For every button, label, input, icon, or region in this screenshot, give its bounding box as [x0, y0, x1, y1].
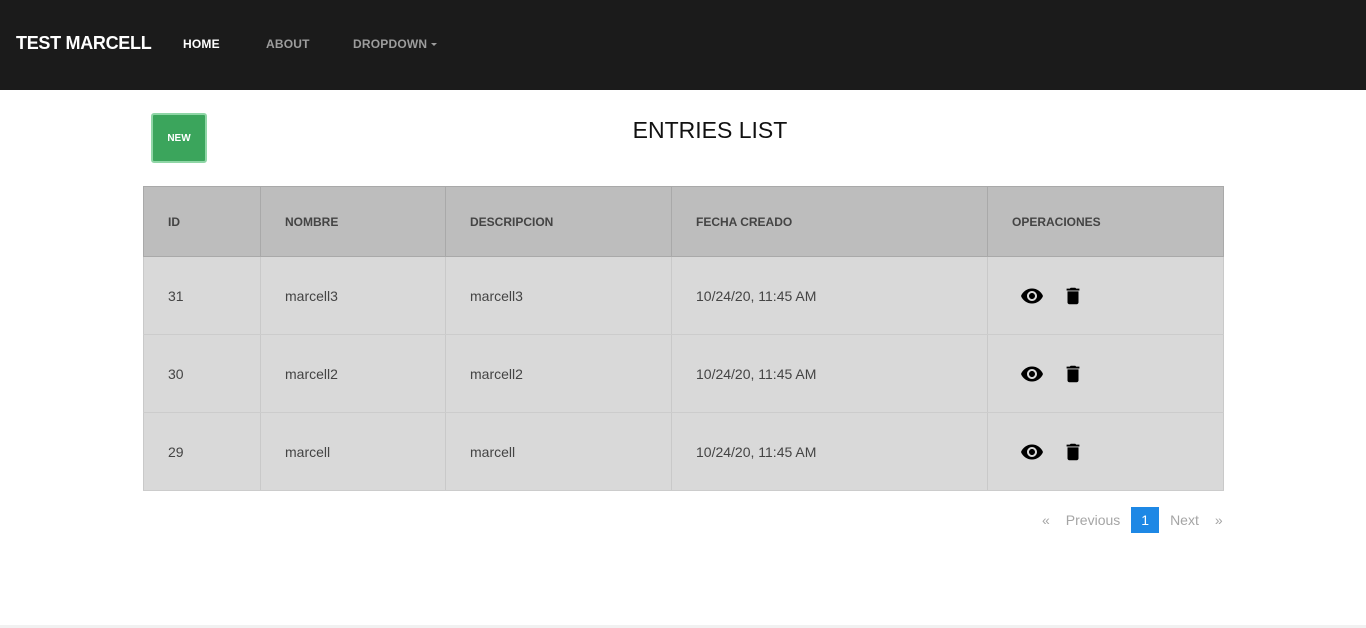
nav-dropdown[interactable]: DROPDOWN [353, 37, 438, 51]
header-fecha-creado: FECHA CREADO [671, 186, 988, 257]
cell-id: 29 [143, 412, 261, 491]
caret-down-icon [431, 43, 438, 46]
header-operaciones: OPERACIONES [987, 186, 1224, 257]
cell-descripcion: marcell3 [445, 256, 672, 335]
brand-logo[interactable]: TEST MARCELL [16, 33, 152, 54]
cell-nombre: marcell [260, 412, 446, 491]
cell-nombre: marcell3 [260, 256, 446, 335]
header-nombre: NOMBRE [260, 186, 446, 257]
pagination-page-1[interactable]: 1 [1131, 507, 1160, 533]
pagination-last[interactable]: » [1207, 507, 1231, 533]
nav-home[interactable]: HOME [183, 37, 220, 51]
header-id: ID [143, 186, 261, 257]
eye-icon[interactable] [1020, 440, 1044, 464]
cell-operaciones [987, 334, 1224, 413]
new-entry-button[interactable]: NEW [151, 113, 207, 163]
cell-operaciones [987, 412, 1224, 491]
pagination: « Previous 1 Next » [1034, 507, 1231, 533]
cell-id: 31 [143, 256, 261, 335]
trash-icon[interactable] [1062, 285, 1084, 307]
header-descripcion: DESCRIPCION [445, 186, 672, 257]
cell-fecha: 10/24/20, 11:45 AM [671, 256, 988, 335]
nav-dropdown-label: DROPDOWN [353, 37, 428, 51]
pagination-previous[interactable]: Previous [1058, 507, 1128, 533]
trash-icon[interactable] [1062, 441, 1084, 463]
cell-descripcion: marcell2 [445, 334, 672, 413]
cell-descripcion: marcell [445, 412, 672, 491]
navbar: TEST MARCELL HOME ABOUT DROPDOWN [0, 0, 1366, 90]
table-row: 29 marcell marcell 10/24/20, 11:45 AM [143, 412, 1224, 491]
pagination-next[interactable]: Next [1162, 507, 1207, 533]
cell-operaciones [987, 256, 1224, 335]
pagination-first[interactable]: « [1034, 507, 1058, 533]
table-header-row: ID NOMBRE DESCRIPCION FECHA CREADO OPERA… [143, 186, 1224, 257]
cell-fecha: 10/24/20, 11:45 AM [671, 412, 988, 491]
cell-nombre: marcell2 [260, 334, 446, 413]
table-row: 30 marcell2 marcell2 10/24/20, 11:45 AM [143, 334, 1224, 413]
cell-id: 30 [143, 334, 261, 413]
eye-icon[interactable] [1020, 362, 1044, 386]
nav-about[interactable]: ABOUT [266, 37, 310, 51]
entries-table: ID NOMBRE DESCRIPCION FECHA CREADO OPERA… [143, 186, 1224, 491]
eye-icon[interactable] [1020, 284, 1044, 308]
table-row: 31 marcell3 marcell3 10/24/20, 11:45 AM [143, 256, 1224, 335]
cell-fecha: 10/24/20, 11:45 AM [671, 334, 988, 413]
trash-icon[interactable] [1062, 363, 1084, 385]
page-title: ENTRIES LIST [632, 117, 788, 143]
